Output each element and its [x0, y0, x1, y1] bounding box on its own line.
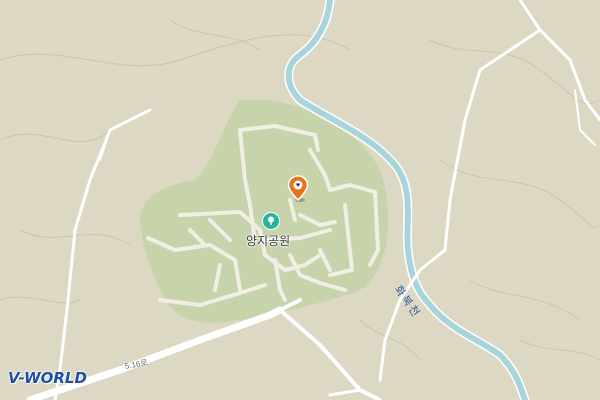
- location-pin-icon[interactable]: [287, 175, 309, 203]
- vworld-logo: V-WORLD: [8, 369, 87, 387]
- park-label[interactable]: 양지공원: [246, 232, 290, 249]
- tree-icon[interactable]: [262, 212, 280, 230]
- map-canvas[interactable]: 양지공원 5.16로 화북천 V-WORLD: [0, 0, 600, 400]
- tree-icon-glyph: [268, 216, 274, 225]
